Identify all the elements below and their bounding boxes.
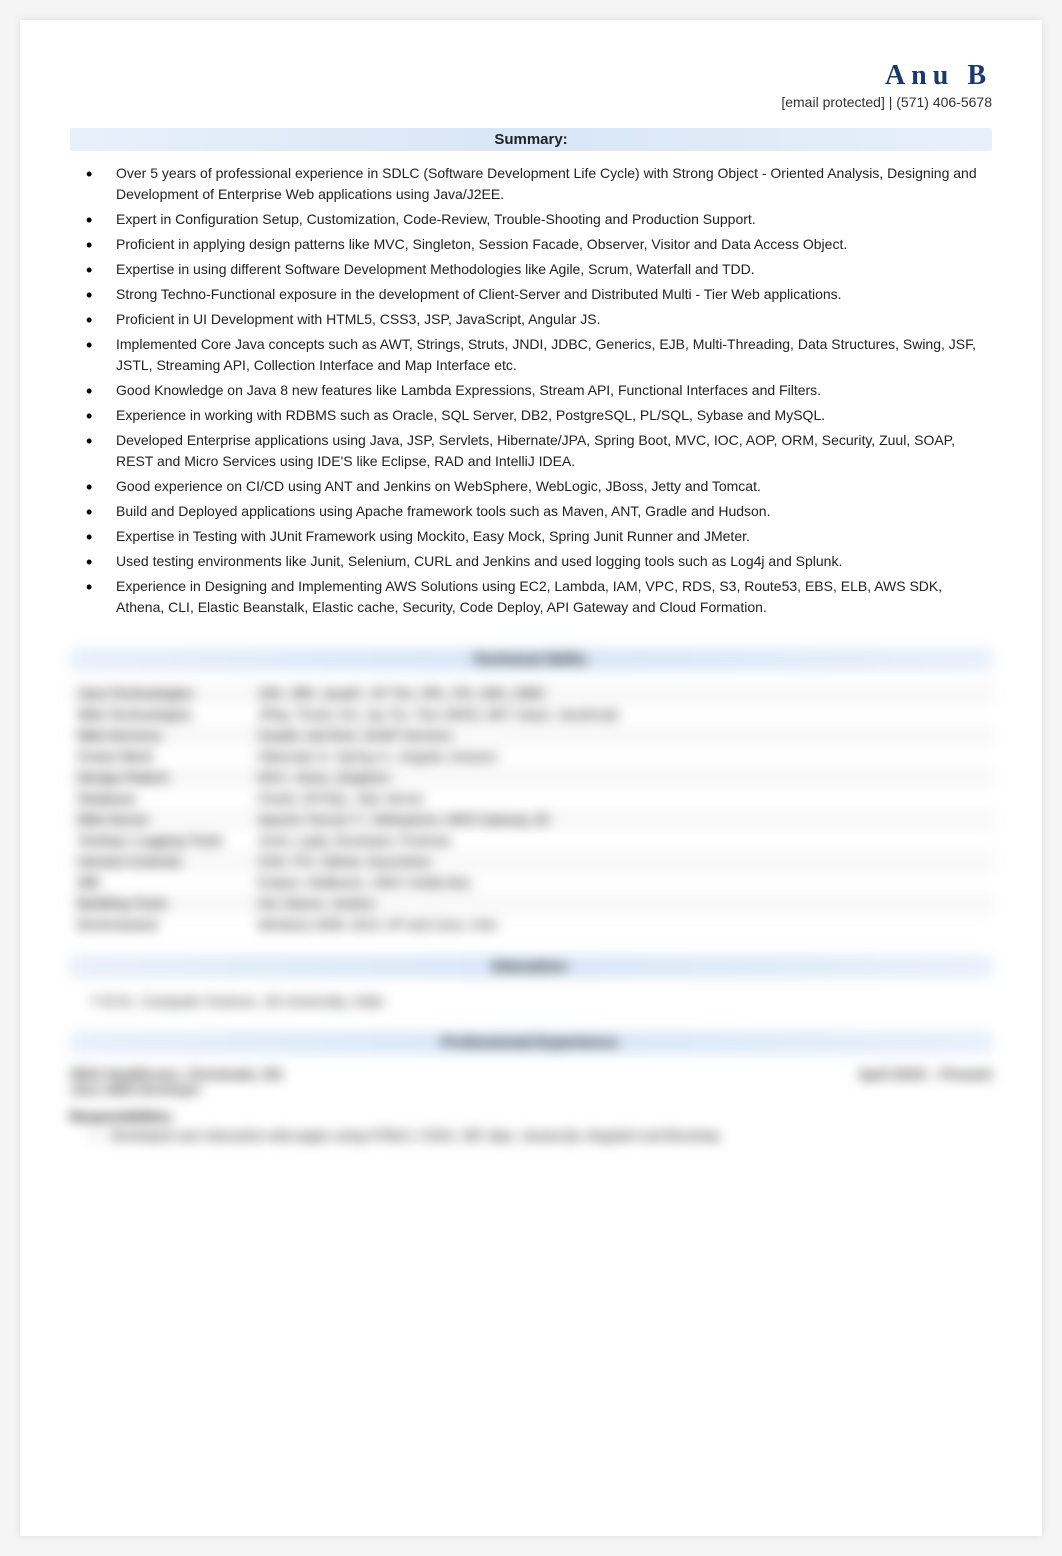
skill-category: Frame Work — [70, 746, 250, 767]
table-row: Version ControlsSVN, TFs, Github, Source… — [70, 851, 992, 872]
responsibilities-label: Responsibilities: — [70, 1109, 992, 1124]
table-row: IDEEclipse, NetBeans, JDEV Intellij Idea — [70, 872, 992, 893]
skill-category: Java Technologies — [70, 683, 250, 704]
job-dates: April 2019 – Present — [858, 1066, 992, 1082]
skill-detail: Hibernate 3+ Spring 4+, Angular, Amazon — [250, 746, 992, 767]
responsibility-item: Developed user interactive web pages usi… — [70, 1128, 992, 1143]
skill-category: Testing / Logging Tools — [70, 830, 250, 851]
summary-item: Good experience on CI/CD using ANT and J… — [98, 476, 992, 497]
skill-category: Web Services — [70, 725, 250, 746]
table-row: Web ServerApache Tomcat 7+, Websphere, A… — [70, 809, 992, 830]
table-row: DatabaseOracle, MYSQL, SQL Server — [70, 788, 992, 809]
table-row: Web TechnologiesJPlay, Thunk, Ext, Jqx T… — [70, 704, 992, 725]
education-header: Education: — [70, 955, 992, 978]
summary-header: Summary: — [70, 128, 992, 151]
summary-item: Expert in Configuration Setup, Customiza… — [98, 209, 992, 230]
skills-table: Java TechnologiesJDK, JRE, Java8+, NT Ti… — [70, 683, 992, 935]
table-row: Testing / Logging ToolsJUnit, Log4j, Dev… — [70, 830, 992, 851]
summary-item: Proficient in UI Development with HTML5,… — [98, 309, 992, 330]
skill-detail: Apache Tomcat 7+, Websphere, AWS Gateway… — [250, 809, 992, 830]
skill-category: Web Server — [70, 809, 250, 830]
skill-detail: Eclipse, NetBeans, JDEV Intellij Idea — [250, 872, 992, 893]
summary-item: Expertise in Testing with JUnit Framewor… — [98, 526, 992, 547]
company-name: SEIU Healthcare, Cincinnati, OH — [70, 1066, 282, 1082]
summary-list: Over 5 years of professional experience … — [70, 163, 992, 618]
contact-info: [email protected] | (571) 406-5678 — [70, 94, 992, 110]
table-row: Building ToolsAnt, Maven, Jenkins — [70, 893, 992, 914]
summary-item: Over 5 years of professional experience … — [98, 163, 992, 205]
skill-detail: Windows 2008, 2013, XP and Linux, Unix — [250, 914, 992, 935]
resume-page: Anu B [email protected] | (571) 406-5678… — [20, 20, 1042, 1536]
summary-item: Proficient in applying design patterns l… — [98, 234, 992, 255]
skill-category: Database — [70, 788, 250, 809]
skill-detail: JPlay, Thunk, Ext, Jqx Tsx, Test JWINJ, … — [250, 704, 992, 725]
summary-item: Strong Techno-Functional exposure in the… — [98, 284, 992, 305]
skill-category: Web Technologies — [70, 704, 250, 725]
skill-category: Building Tools — [70, 893, 250, 914]
candidate-name: Anu B — [70, 60, 992, 92]
job-role: Java J2EE Developer — [70, 1082, 992, 1097]
header: Anu B [email protected] | (571) 406-5678 — [70, 60, 992, 110]
summary-item: Experience in Designing and Implementing… — [98, 576, 992, 618]
table-row: Java TechnologiesJDK, JRE, Java8+, NT Ti… — [70, 683, 992, 704]
summary-item: Build and Deployed applications using Ap… — [98, 501, 992, 522]
skill-category: IDE — [70, 872, 250, 893]
skill-detail: JDK, JRE, Java8+, NT Tier, JPA, JTA, JMS… — [250, 683, 992, 704]
skill-category: Version Controls — [70, 851, 250, 872]
table-row: Frame WorkHibernate 3+ Spring 4+, Angula… — [70, 746, 992, 767]
summary-item: Expertise in using different Software De… — [98, 259, 992, 280]
summary-item: Implemented Core Java concepts such as A… — [98, 334, 992, 376]
skill-detail: JUnit, Log4j, Developer, Postman — [250, 830, 992, 851]
job-header: SEIU Healthcare, Cincinnati, OH April 20… — [70, 1066, 992, 1082]
table-row: Design PatternMVC, Views, Singleton — [70, 767, 992, 788]
education-item: B.Sc. Computer Science, JN University, I… — [70, 990, 992, 1011]
skill-category: Design Pattern — [70, 767, 250, 788]
skill-detail: MVC, Views, Singleton — [250, 767, 992, 788]
skill-detail: Oracle, MYSQL, SQL Server — [250, 788, 992, 809]
skill-detail: Soaplis Jad Rest, SOAP Services — [250, 725, 992, 746]
skill-detail: SVN, TFs, Github, Sourcetree — [250, 851, 992, 872]
blurred-content: Technical Skills: Java TechnologiesJDK, … — [70, 648, 992, 1143]
skills-header: Technical Skills: — [70, 648, 992, 671]
skill-category: Environment — [70, 914, 250, 935]
table-row: EnvironmentWindows 2008, 2013, XP and Li… — [70, 914, 992, 935]
table-row: Web ServicesSoaplis Jad Rest, SOAP Servi… — [70, 725, 992, 746]
skill-detail: Ant, Maven, Jenkins — [250, 893, 992, 914]
experience-header: Professional Experience: — [70, 1031, 992, 1054]
summary-item: Good Knowledge on Java 8 new features li… — [98, 380, 992, 401]
summary-item: Used testing environments like Junit, Se… — [98, 551, 992, 572]
summary-item: Developed Enterprise applications using … — [98, 430, 992, 472]
summary-item: Experience in working with RDBMS such as… — [98, 405, 992, 426]
